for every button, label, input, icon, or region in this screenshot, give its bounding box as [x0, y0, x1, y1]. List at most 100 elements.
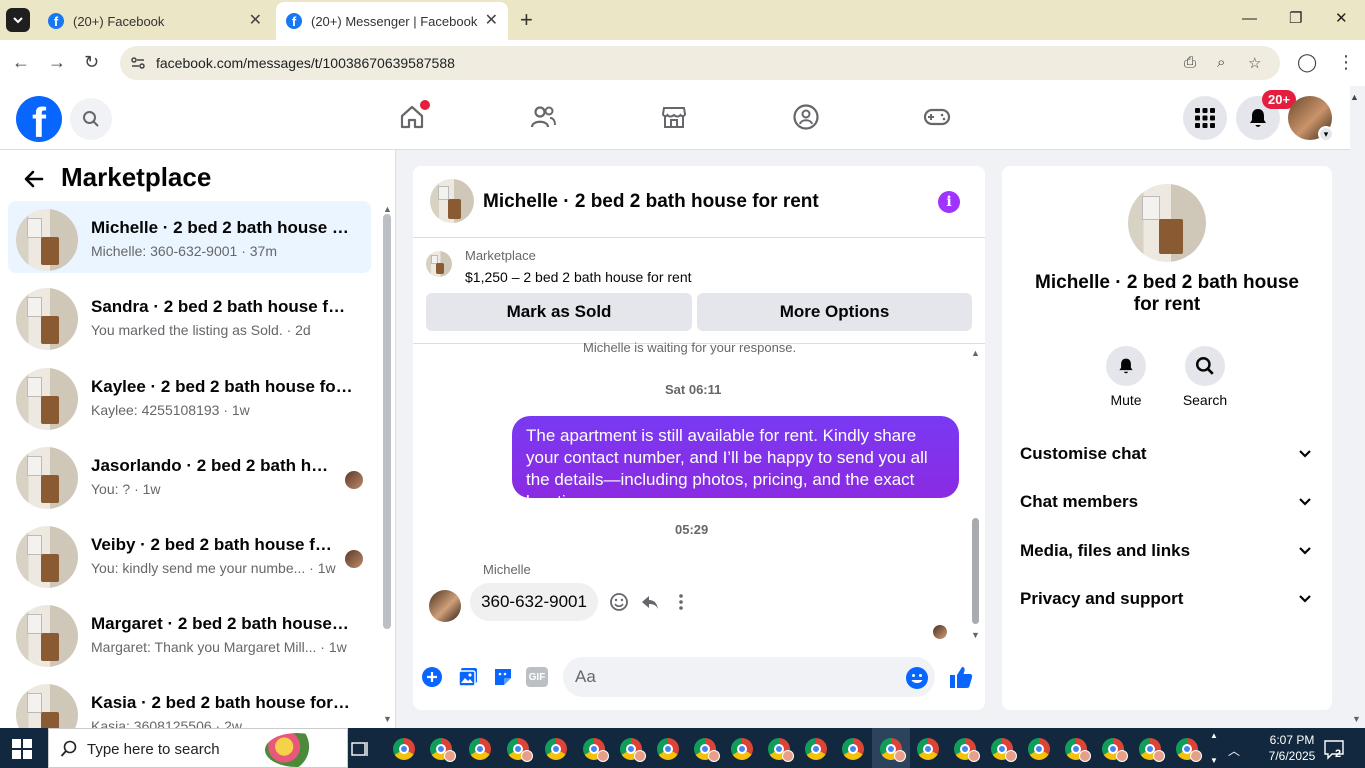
chrome-taskbar-icon[interactable]: [469, 738, 491, 760]
forward-button[interactable]: →: [48, 52, 66, 72]
chrome-profile-taskbar-icon[interactable]: [620, 738, 646, 762]
image-icon[interactable]: [457, 666, 479, 688]
account-chevron-down-icon[interactable]: ▾: [1318, 126, 1334, 142]
friends-icon[interactable]: [529, 103, 557, 131]
taskbar-search-box[interactable]: Type here to search: [48, 728, 348, 768]
chat-title[interactable]: Michelle · 2 bed 2 bath house for rent: [483, 191, 819, 213]
chrome-taskbar-icon[interactable]: [545, 738, 567, 760]
task-view-icon[interactable]: [350, 740, 370, 758]
chrome-taskbar-icon[interactable]: [393, 738, 415, 760]
media-files-links-section[interactable]: Media, files and links: [1020, 541, 1316, 565]
reload-button[interactable]: ↻: [84, 52, 99, 72]
chrome-taskbar-icon[interactable]: [842, 738, 864, 760]
back-arrow-icon[interactable]: [22, 167, 46, 191]
chrome-profile-taskbar-icon[interactable]: [430, 738, 456, 762]
menu-button[interactable]: [1183, 96, 1227, 140]
groups-icon[interactable]: [792, 103, 820, 131]
emoji-icon[interactable]: [905, 666, 929, 690]
search-conversation-button[interactable]: Search: [1175, 346, 1235, 408]
thumbs-up-icon[interactable]: [948, 664, 974, 690]
conversation-list-scrollbar[interactable]: [383, 214, 391, 629]
scroll-up-arrow[interactable]: ▲: [383, 204, 392, 214]
chat-scroll-up-arrow[interactable]: ▲: [971, 348, 980, 358]
back-button[interactable]: ←: [12, 52, 30, 72]
sender-avatar[interactable]: [429, 590, 461, 622]
zoom-icon[interactable]: ⌕: [1217, 54, 1225, 71]
page-scroll-up-arrow[interactable]: ▲: [1350, 92, 1359, 102]
chrome-profile-taskbar-icon[interactable]: [768, 738, 794, 762]
install-app-icon[interactable]: ⎙: [1184, 54, 1196, 71]
incoming-message-bubble[interactable]: 360-632-9001: [470, 583, 598, 621]
chrome-profile-taskbar-icon[interactable]: [1102, 738, 1128, 762]
system-clock[interactable]: 6:07 PM 7/6/2025: [1260, 732, 1324, 764]
react-emoji-icon[interactable]: [609, 592, 629, 612]
chrome-taskbar-icon[interactable]: [657, 738, 679, 760]
customise-chat-section[interactable]: Customise chat: [1020, 444, 1316, 468]
mark-as-sold-button[interactable]: Mark as Sold: [426, 293, 692, 331]
message-input[interactable]: [563, 657, 935, 697]
facebook-logo-icon[interactable]: f: [16, 96, 62, 142]
chrome-taskbar-icon[interactable]: [917, 738, 939, 760]
address-bar[interactable]: facebook.com/messages/t/1003867063958758…: [120, 46, 1280, 80]
browser-tab-messenger[interactable]: f (20+) Messenger | Facebook ✕: [276, 2, 508, 40]
chrome-taskbar-icon[interactable]: [1028, 738, 1050, 760]
page-scroll-down-arrow[interactable]: ▼: [1352, 714, 1361, 724]
close-tab-icon[interactable]: ✕: [249, 13, 262, 29]
more-actions-icon[interactable]: [671, 592, 691, 612]
privacy-support-section[interactable]: Privacy and support: [1020, 589, 1316, 613]
taskbar-scroll-down-arrow[interactable]: ▼: [1210, 756, 1218, 765]
chrome-profile-taskbar-icon[interactable]: [694, 738, 720, 762]
restore-window-button[interactable]: ❐: [1289, 10, 1302, 28]
conversation-item[interactable]: Margaret · 2 bed 2 bath house for rent M…: [8, 597, 371, 669]
facebook-search-button[interactable]: [70, 98, 112, 140]
scroll-down-arrow[interactable]: ▼: [383, 714, 392, 724]
conversation-item[interactable]: Jasorlando · 2 bed 2 bath house for rent…: [8, 439, 371, 511]
chrome-profile-taskbar-icon[interactable]: [954, 738, 980, 762]
chrome-profile-taskbar-icon[interactable]: [1176, 738, 1202, 762]
profile-icon[interactable]: ◯: [1297, 52, 1317, 72]
conversation-item[interactable]: Kasia · 2 bed 2 bath house for rent Kasi…: [8, 676, 371, 728]
marketplace-icon[interactable]: [660, 103, 688, 131]
url-text[interactable]: facebook.com/messages/t/1003867063958758…: [156, 55, 455, 71]
chat-members-section[interactable]: Chat members: [1020, 492, 1316, 516]
show-hidden-icons-chevron-up-icon[interactable]: ︿: [1228, 742, 1240, 759]
chrome-profile-taskbar-icon[interactable]: [583, 738, 609, 762]
conversation-info-icon[interactable]: i: [938, 191, 960, 213]
browser-tab-facebook[interactable]: f (20+) Facebook ✕: [36, 2, 272, 40]
conversation-item[interactable]: Michelle · 2 bed 2 bath house for rent M…: [8, 201, 371, 273]
browser-menu-icon[interactable]: ⋮: [1337, 52, 1355, 72]
more-options-button[interactable]: More Options: [697, 293, 972, 331]
chrome-taskbar-icon[interactable]: [805, 738, 827, 760]
chat-avatar[interactable]: [430, 179, 474, 223]
tab-search-button[interactable]: [6, 8, 30, 32]
mute-button[interactable]: Mute: [1096, 346, 1156, 408]
listing-price[interactable]: $1,250 – 2 bed 2 bath house for rent: [465, 269, 692, 285]
chat-scroll-down-arrow[interactable]: ▼: [971, 630, 980, 640]
chrome-profile-taskbar-icon[interactable]: [507, 738, 533, 762]
close-tab-icon[interactable]: ✕: [485, 13, 498, 29]
outgoing-message-bubble[interactable]: The apartment is still available for ren…: [512, 416, 959, 511]
chrome-taskbar-icon[interactable]: [731, 738, 753, 760]
gif-icon[interactable]: GIF: [526, 667, 548, 687]
chrome-profile-taskbar-icon[interactable]: [880, 738, 906, 762]
windows-start-icon[interactable]: [12, 739, 32, 759]
listing-thumbnail[interactable]: [426, 251, 452, 277]
plus-circle-icon[interactable]: [421, 666, 443, 688]
chrome-profile-taskbar-icon[interactable]: [1139, 738, 1165, 762]
site-settings-icon[interactable]: [130, 55, 146, 71]
conversation-item[interactable]: Kaylee · 2 bed 2 bath house for rent Kay…: [8, 360, 371, 432]
bookmark-star-icon[interactable]: ☆: [1248, 54, 1261, 72]
close-window-button[interactable]: ✕: [1335, 10, 1348, 28]
reply-icon[interactable]: [640, 592, 660, 612]
taskbar-scroll-up-arrow[interactable]: ▲: [1210, 731, 1218, 740]
new-tab-button[interactable]: +: [520, 9, 533, 31]
conversation-item[interactable]: Sandra · 2 bed 2 bath house for rent You…: [8, 280, 371, 352]
minimize-window-button[interactable]: —: [1242, 10, 1257, 28]
chrome-profile-taskbar-icon[interactable]: [991, 738, 1017, 762]
gaming-icon[interactable]: [922, 103, 952, 131]
conversation-avatar[interactable]: [1128, 184, 1206, 262]
chrome-profile-taskbar-icon[interactable]: [1065, 738, 1091, 762]
sticker-icon[interactable]: [492, 666, 514, 688]
chat-scrollbar[interactable]: [972, 518, 979, 624]
conversation-item[interactable]: Veiby · 2 bed 2 bath house for rent You:…: [8, 518, 371, 590]
